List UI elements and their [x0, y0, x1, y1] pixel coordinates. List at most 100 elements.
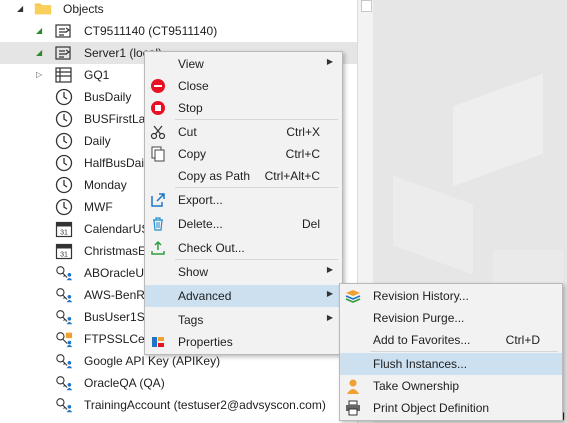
- queue-icon: [55, 66, 73, 84]
- printer-icon: [344, 399, 362, 417]
- checkout-icon: [149, 239, 167, 257]
- copy-icon: [149, 145, 167, 163]
- background-hex-shape: [393, 175, 473, 275]
- tree-item-label: MWF: [84, 200, 113, 214]
- tree-item-label: HalfBusDail: [84, 156, 147, 170]
- menu-item-label: Show: [178, 265, 209, 279]
- advanced-menu-item-revision-purge[interactable]: Revision Purge...: [340, 307, 562, 329]
- menu-item-label: Advanced: [178, 289, 232, 303]
- tree-item-label: Monday: [84, 178, 127, 192]
- tree-item[interactable]: OracleQA (QA): [0, 372, 357, 394]
- tree-item-label: Google API Key (APIKey): [84, 354, 221, 368]
- tree-item-label: BusDaily: [84, 90, 132, 104]
- tree-item-label: AWS-BenR: [84, 288, 145, 302]
- menu-item-label: Take Ownership: [373, 379, 460, 393]
- calendar-icon: 31: [55, 220, 73, 238]
- tree-item[interactable]: TrainingAccount (testuser2@advsyscon.com…: [0, 394, 357, 416]
- tree-item[interactable]: ◢ CT9511140 (CT9511140): [0, 20, 357, 42]
- advanced-menu-item-take-ownership[interactable]: Take Ownership: [340, 375, 562, 397]
- menu-separator: [175, 259, 338, 260]
- advanced-submenu: Revision History... Revision Purge... Add …: [339, 283, 563, 421]
- clock-icon: [55, 88, 73, 106]
- layers-icon: [344, 287, 362, 305]
- context-menu-item-delete[interactable]: Delete... Del: [145, 213, 342, 235]
- context-menu-item-tags[interactable]: Tags ▶: [145, 309, 342, 331]
- context-menu-item-view[interactable]: View ▶: [145, 53, 342, 75]
- key-user-icon: [55, 286, 73, 304]
- submenu-arrow-icon: ▶: [326, 313, 333, 322]
- menu-item-label: Stop: [178, 101, 203, 115]
- tree-item-label: ABOracleUs: [84, 266, 151, 280]
- menu-item-label: Revision History...: [373, 289, 469, 303]
- svg-text:31: 31: [60, 230, 68, 237]
- calendar-icon: 31: [55, 242, 73, 260]
- trash-icon: [149, 215, 167, 233]
- advanced-menu-item-print-object-definition[interactable]: Print Object Definition: [340, 397, 562, 419]
- menu-item-shortcut: Ctrl+D: [505, 333, 540, 347]
- expand-arrow-icon[interactable]: ◢: [36, 49, 44, 57]
- menu-item-label: Revision Purge...: [373, 311, 465, 325]
- export-icon: [149, 191, 167, 209]
- key-user-icon: [55, 396, 73, 414]
- advanced-menu-item-flush-instances[interactable]: Flush Instances...: [340, 353, 562, 375]
- menu-separator: [175, 119, 338, 120]
- tree-item-label: FTPSSLCert: [84, 332, 153, 346]
- submenu-arrow-icon: ▶: [326, 57, 333, 66]
- context-menu-item-check-out[interactable]: Check Out...: [145, 237, 342, 259]
- menu-item-shortcut: Ctrl+X: [286, 125, 320, 139]
- context-menu-item-show[interactable]: Show ▶: [145, 261, 342, 283]
- clock-icon: [55, 132, 73, 150]
- tree-item-label: BUSFirstLas: [84, 112, 152, 126]
- clock-icon: [55, 110, 73, 128]
- key-user-icon: [55, 374, 73, 392]
- tree-root-label: Objects: [63, 2, 104, 16]
- menu-item-label: Add to Favorites...: [373, 333, 471, 347]
- clock-icon: [55, 198, 73, 216]
- context-menu: View ▶ Close Stop Cut Ctrl+X Copy Ctrl+C Copy as…: [144, 51, 343, 355]
- menu-item-label: Export...: [178, 193, 223, 207]
- collapse-arrow-icon[interactable]: ◢: [17, 5, 25, 13]
- clock-icon: [55, 176, 73, 194]
- menu-item-label: Copy: [178, 147, 207, 161]
- clock-icon: [55, 154, 73, 172]
- folder-icon: [34, 0, 52, 17]
- scrollbar-thumb[interactable]: [361, 0, 372, 12]
- tree-item-label: TrainingAccount (testuser2@advsyscon.com…: [84, 398, 326, 412]
- agent-icon: [55, 22, 73, 40]
- agent-icon: [55, 44, 73, 62]
- context-menu-item-copy[interactable]: Copy Ctrl+C: [145, 143, 342, 165]
- menu-item-label: Check Out...: [178, 241, 245, 255]
- context-menu-item-export[interactable]: Export...: [145, 189, 342, 211]
- menu-item-label: Cut: [178, 125, 197, 139]
- context-menu-item-cut[interactable]: Cut Ctrl+X: [145, 121, 342, 143]
- person-icon: [344, 377, 362, 395]
- properties-icon: [149, 333, 167, 351]
- menu-item-label: Close: [178, 79, 209, 93]
- advanced-menu-item-revision-history[interactable]: Revision History...: [340, 285, 562, 307]
- tree-item-label: BusUser1SS: [84, 310, 153, 324]
- context-menu-item-close[interactable]: Close: [145, 75, 342, 97]
- tree-item-label: CalendarUS: [84, 222, 150, 236]
- expand-arrow-icon[interactable]: ▷: [36, 71, 44, 79]
- context-menu-item-advanced[interactable]: Advanced ▶: [145, 285, 342, 307]
- context-menu-item-stop[interactable]: Stop: [145, 97, 342, 119]
- stop-icon: [149, 99, 167, 117]
- close-icon: [149, 77, 167, 95]
- menu-item-shortcut: Del: [301, 217, 320, 231]
- key-user-icon: [55, 308, 73, 326]
- context-menu-item-copy-as-path[interactable]: Copy as Path Ctrl+Alt+C: [145, 165, 342, 187]
- tree-root-objects[interactable]: ◢ Objects: [0, 0, 357, 20]
- submenu-arrow-icon: ▶: [326, 265, 333, 274]
- expand-arrow-icon[interactable]: ◢: [36, 27, 44, 35]
- menu-separator: [175, 187, 338, 188]
- key-user-icon: [55, 352, 73, 370]
- svg-text:31: 31: [60, 252, 68, 259]
- tree-item-label: Daily: [84, 134, 111, 148]
- context-menu-item-properties[interactable]: Properties: [145, 331, 342, 353]
- menu-item-label: View: [178, 57, 204, 71]
- menu-item-label: Flush Instances...: [373, 357, 468, 371]
- key-cert-icon: [55, 330, 73, 348]
- tree-item-label: ChristmasEv: [84, 244, 153, 258]
- advanced-menu-item-add-to-favorites[interactable]: Add to Favorites... Ctrl+D: [340, 329, 562, 351]
- background-hex-shape: [453, 73, 543, 187]
